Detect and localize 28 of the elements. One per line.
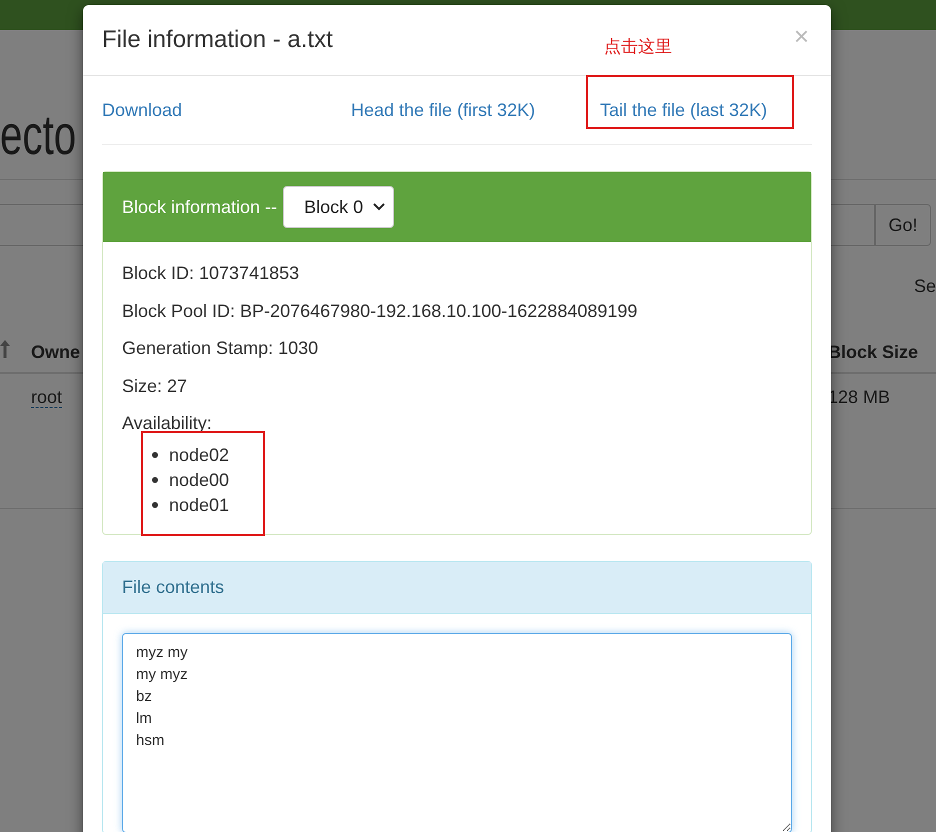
info-text: Availability:: [122, 412, 213, 435]
node-name: node02: [169, 444, 230, 466]
node-name: node00: [169, 468, 230, 492]
node-name: node01: [169, 494, 230, 516]
bullet-icon: [152, 477, 158, 483]
column-header[interactable]: Owne: [31, 342, 80, 362]
file-contents-field[interactable]: myz my my myz bz lm hsm: [122, 632, 792, 832]
file-link[interactable]: Tail the file (last 32K): [600, 100, 768, 120]
dialog-title: File information - a.txt: [102, 26, 333, 54]
search-label: Se: [914, 276, 936, 297]
owner-link[interactable]: root: [31, 386, 62, 408]
info-text: Block Pool ID: BP-2076467980-192.168.10.100-1622884089199: [122, 300, 638, 322]
annotation-text: 点击这里: [604, 36, 672, 58]
go-button[interactable]: Go!: [875, 204, 931, 246]
info-text: Generation Stamp: 1030: [122, 337, 320, 360]
sort-icon[interactable]: [0, 340, 10, 358]
file-link[interactable]: Download: [102, 100, 182, 120]
page-heading: ecto: [0, 105, 78, 165]
table-cell-text: 128 MB: [828, 386, 892, 408]
panel-title: File contents: [122, 576, 224, 598]
info-text: Size: 27: [122, 374, 188, 398]
file-link[interactable]: Head the file (first 32K): [351, 100, 536, 120]
bullet-icon: [152, 502, 158, 508]
block-select[interactable]: Block 0: [283, 186, 394, 228]
info-text: Block ID: 1073741853: [122, 262, 300, 285]
chevron-icon: [373, 203, 386, 211]
bullet-icon: [152, 452, 158, 458]
panel-title: Block information --: [122, 196, 278, 218]
